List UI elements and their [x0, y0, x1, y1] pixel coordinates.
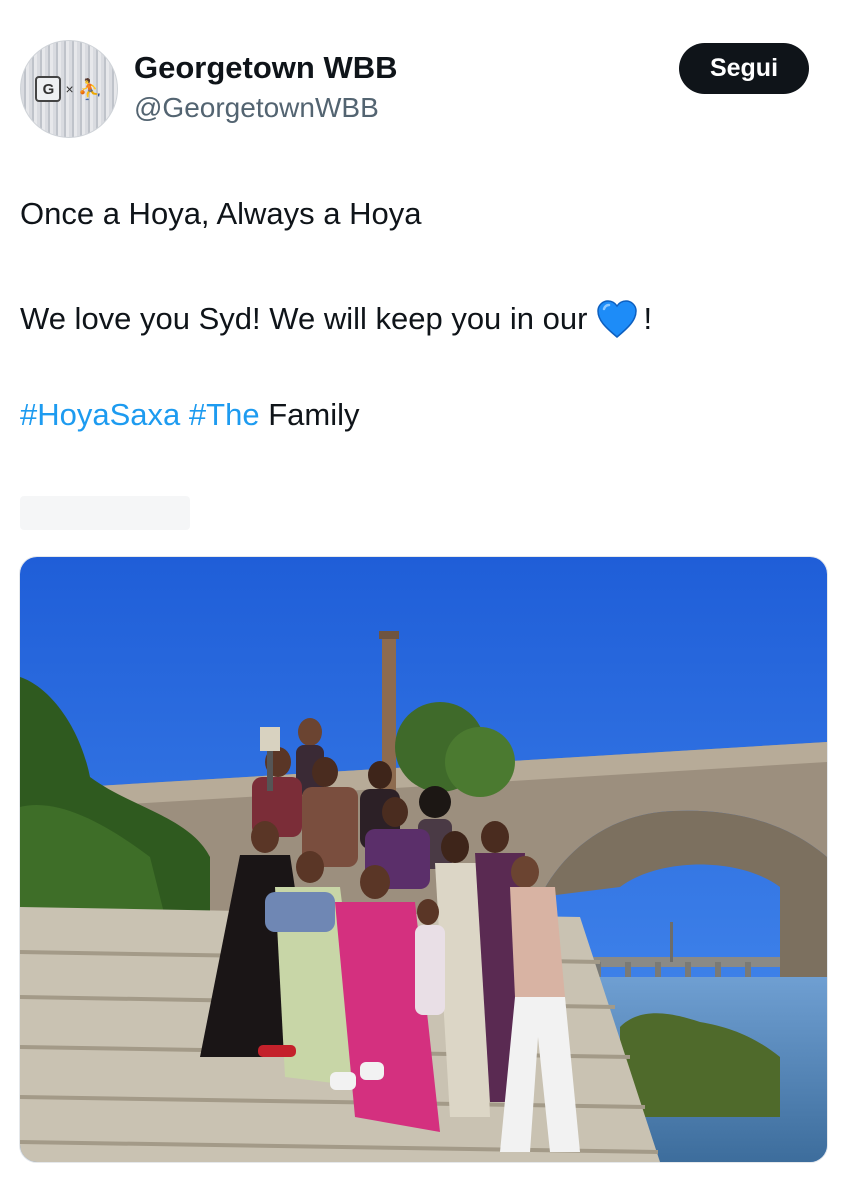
tweet-line-2-end: !: [643, 301, 653, 336]
tweet-line-1: Once a Hoya, Always a Hoya: [20, 196, 422, 231]
hashtag-hoyasaxa[interactable]: #HoyaSaxa: [20, 397, 180, 432]
author-name[interactable]: Georgetown WBB: [134, 50, 398, 86]
georgetown-logo-icon: G: [35, 76, 62, 102]
hashtag-the[interactable]: #The: [189, 397, 260, 432]
jumpman-icon: ⛹: [77, 78, 103, 101]
avatar[interactable]: G × ⛹: [20, 40, 118, 138]
separator: ×: [65, 81, 74, 97]
avatar-logo: G × ⛹: [21, 75, 117, 103]
tweet-photo[interactable]: [19, 556, 828, 1163]
tweet-line-2: We love you Syd! We will keep you in our…: [20, 297, 652, 341]
tweet-line-3-rest: Family: [268, 397, 360, 432]
blue-heart-icon: [597, 300, 638, 338]
author-handle[interactable]: @GeorgetownWBB: [134, 92, 379, 124]
faded-translation-hint: [20, 496, 190, 530]
tweet-line-3: #HoyaSaxa #The Family: [20, 397, 359, 433]
tweet-line-2-text: We love you Syd! We will keep you in our: [20, 301, 588, 336]
photo-illustration: [20, 557, 827, 1162]
follow-button[interactable]: Segui: [679, 43, 809, 94]
